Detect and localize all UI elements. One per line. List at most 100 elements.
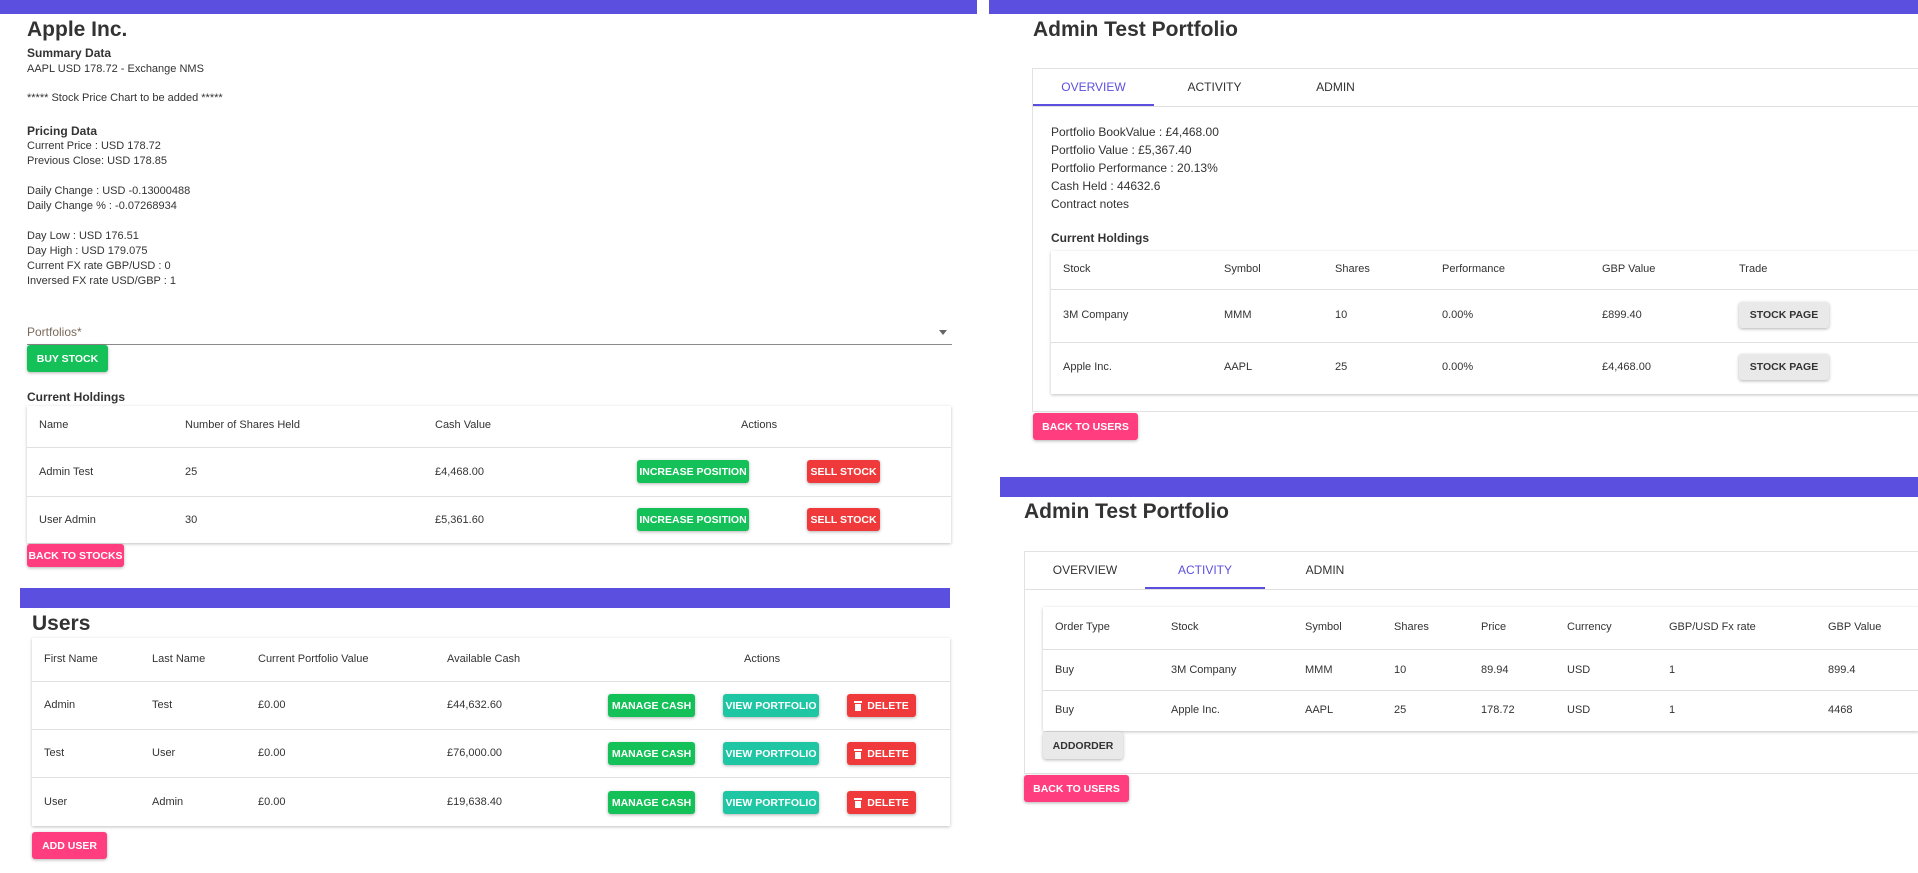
user-available-cash: £19,638.40 xyxy=(447,796,503,808)
holding-shares: 25 xyxy=(185,466,198,478)
portfolio-value: Portfolio Value : £5,367.40 xyxy=(1051,143,1192,157)
order-gbp-value: 4468 xyxy=(1828,704,1853,716)
user-last-name: User xyxy=(152,747,176,759)
table-row: Buy 3M Company MMM 10 89.94 USD 1 899.4 xyxy=(1043,650,1918,690)
order-stock: 3M Company xyxy=(1171,664,1237,676)
table-row: 3M Company MMM 10 0.00% £899.40 STOCK PA… xyxy=(1051,290,1918,342)
col-actions: Actions xyxy=(744,653,781,665)
current-price: Current Price : USD 178.72 xyxy=(27,140,161,152)
order-fx-rate: 1 xyxy=(1669,704,1676,716)
stock-page-button[interactable]: STOCK PAGE xyxy=(1739,302,1829,328)
holding-name: User Admin xyxy=(39,514,96,526)
stock-holdings-heading: Current Holdings xyxy=(27,390,125,404)
user-available-cash: £76,000.00 xyxy=(447,747,503,759)
tab-overview[interactable]: OVERVIEW xyxy=(1033,80,1154,94)
delete-button[interactable]: DELETE xyxy=(847,791,916,814)
manage-cash-button[interactable]: MANAGE CASH xyxy=(608,694,695,717)
holding-stock: 3M Company xyxy=(1063,309,1129,321)
table-row: User Admin £0.00 £19,638.40 MANAGE CASH … xyxy=(32,778,950,826)
tab-activity[interactable]: ACTIVITY xyxy=(1154,80,1275,94)
cash-held: Cash Held : 44632.6 xyxy=(1051,179,1161,193)
holding-symbol: MMM xyxy=(1224,309,1252,321)
col-symbol: Symbol xyxy=(1224,263,1261,275)
activity-card: OVERVIEW ACTIVITY ADMIN Order Type Stock… xyxy=(1024,551,1918,774)
user-last-name: Test xyxy=(152,699,173,711)
inversed-fx-rate: Inversed FX rate USD/GBP : 1 xyxy=(27,275,176,287)
order-price: 89.94 xyxy=(1481,664,1509,676)
col-first-name: First Name xyxy=(44,653,98,665)
delete-label: DELETE xyxy=(867,796,909,809)
stock-header-bar xyxy=(0,0,977,14)
holding-symbol: AAPL xyxy=(1224,361,1253,373)
delete-label: DELETE xyxy=(867,699,909,712)
back-to-stocks-button[interactable]: BACK TO STOCKS xyxy=(27,544,124,567)
previous-close: Previous Close: USD 178.85 xyxy=(27,155,168,167)
overview-back-to-users-button[interactable]: BACK TO USERS xyxy=(1033,413,1138,440)
portfolio-performance: Portfolio Performance : 20.13% xyxy=(1051,161,1218,175)
sell-stock-button[interactable]: SELL STOCK xyxy=(807,508,880,531)
stock-page-button[interactable]: STOCK PAGE xyxy=(1739,354,1829,380)
tab-activity[interactable]: ACTIVITY xyxy=(1145,563,1265,577)
delete-button[interactable]: DELETE xyxy=(847,742,916,765)
chevron-down-icon xyxy=(939,330,947,335)
user-portfolio-value: £0.00 xyxy=(258,747,286,759)
users-title: Users xyxy=(32,612,91,635)
user-first-name: Test xyxy=(44,747,65,759)
add-order-button[interactable]: ADDORDER xyxy=(1043,732,1123,759)
user-last-name: Admin xyxy=(152,796,184,808)
col-shares-held: Number of Shares Held xyxy=(185,419,300,431)
holding-shares: 10 xyxy=(1335,309,1348,321)
add-user-button[interactable]: ADD USER xyxy=(32,832,107,859)
order-currency: USD xyxy=(1567,664,1591,676)
overview-header-bar xyxy=(989,0,1918,14)
table-row: User Admin 30 £5,361.60 INCREASE POSITIO… xyxy=(27,497,951,543)
holding-value: £4,468.00 xyxy=(435,466,484,478)
book-value: Portfolio BookValue : £4,468.00 xyxy=(1051,125,1219,139)
user-portfolio-value: £0.00 xyxy=(258,699,286,711)
col-price: Price xyxy=(1481,621,1507,633)
daily-change-percent: Daily Change % : -0.07268934 xyxy=(27,200,177,212)
col-symbol: Symbol xyxy=(1305,621,1342,633)
buy-stock-button[interactable]: BUY STOCK xyxy=(27,345,108,372)
holding-gbp-value: £899.40 xyxy=(1602,309,1642,321)
sell-stock-button[interactable]: SELL STOCK xyxy=(807,460,880,483)
col-last-name: Last Name xyxy=(152,653,206,665)
daily-change: Daily Change : USD -0.13000488 xyxy=(27,185,191,197)
order-price: 178.72 xyxy=(1481,704,1515,716)
contract-notes: Contract notes xyxy=(1051,197,1130,211)
tab-admin[interactable]: ADMIN xyxy=(1275,80,1396,94)
order-type: Buy xyxy=(1055,664,1074,676)
trash-icon xyxy=(854,700,863,711)
portfolios-select[interactable]: Portfolios* xyxy=(27,320,952,345)
view-portfolio-button[interactable]: VIEW PORTFOLIO xyxy=(723,694,819,717)
view-portfolio-button[interactable]: VIEW PORTFOLIO xyxy=(723,742,819,765)
col-currency: Currency xyxy=(1567,621,1612,633)
view-portfolio-button[interactable]: VIEW PORTFOLIO xyxy=(723,791,819,814)
delete-button[interactable]: DELETE xyxy=(847,694,916,717)
increase-position-button[interactable]: INCREASE POSITION xyxy=(637,508,749,531)
overview-title: Admin Test Portfolio xyxy=(1033,18,1238,41)
holding-performance: 0.00% xyxy=(1442,309,1474,321)
users-header-bar xyxy=(20,588,950,608)
tab-admin[interactable]: ADMIN xyxy=(1265,563,1385,577)
manage-cash-button[interactable]: MANAGE CASH xyxy=(608,742,695,765)
order-shares: 10 xyxy=(1394,664,1407,676)
manage-cash-button[interactable]: MANAGE CASH xyxy=(608,791,695,814)
delete-label: DELETE xyxy=(867,747,909,760)
col-cash-value: Cash Value xyxy=(435,419,492,431)
activity-table: Order Type Stock Symbol Shares Price Cur… xyxy=(1043,607,1918,731)
overview-holdings-table: Stock Symbol Shares Performance GBP Valu… xyxy=(1051,251,1918,394)
stock-title: Apple Inc. xyxy=(27,18,128,41)
chart-note: ***** Stock Price Chart to be added ****… xyxy=(27,92,223,104)
summary-line: AAPL USD 178.72 - Exchange NMS xyxy=(27,63,204,75)
order-fx-rate: 1 xyxy=(1669,664,1676,676)
col-gbp-value: GBP Value xyxy=(1828,621,1882,633)
tab-overview[interactable]: OVERVIEW xyxy=(1025,563,1145,577)
order-stock: Apple Inc. xyxy=(1171,704,1220,716)
increase-position-button[interactable]: INCREASE POSITION xyxy=(637,460,749,483)
order-shares: 25 xyxy=(1394,704,1407,716)
user-first-name: Admin xyxy=(44,699,76,711)
activity-back-to-users-button[interactable]: BACK TO USERS xyxy=(1024,775,1129,802)
table-row: Buy Apple Inc. AAPL 25 178.72 USD 1 4468 xyxy=(1043,691,1918,731)
order-type: Buy xyxy=(1055,704,1074,716)
